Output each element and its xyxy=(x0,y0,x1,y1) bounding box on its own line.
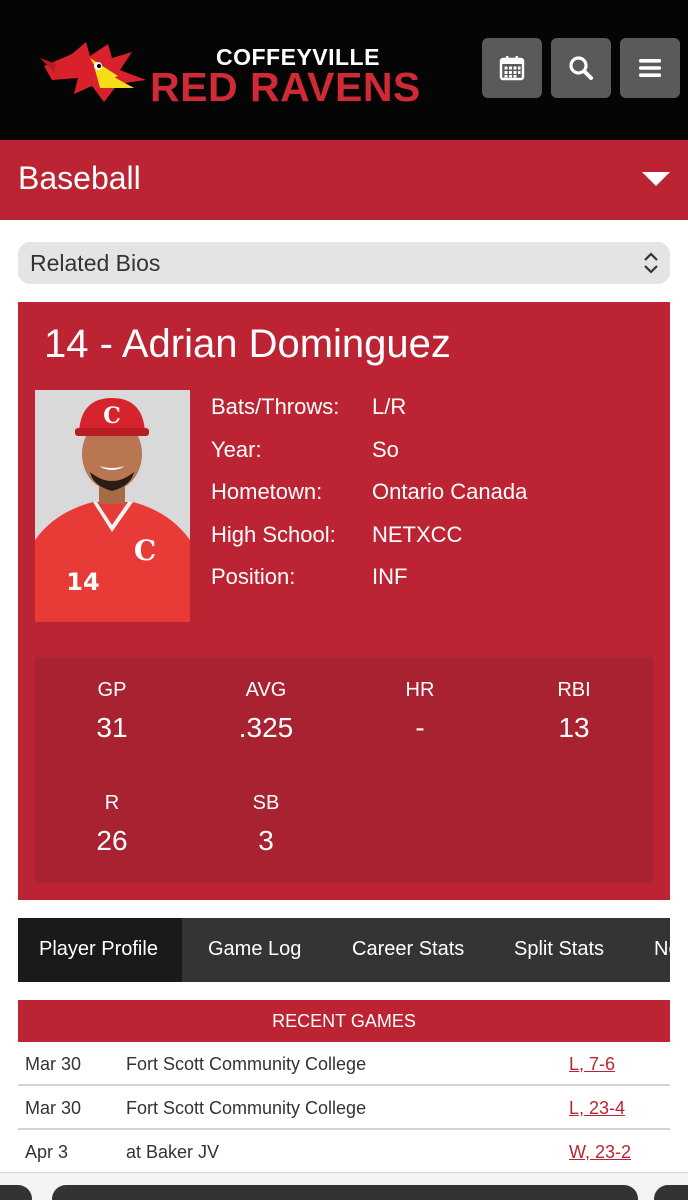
menu-icon xyxy=(639,59,661,77)
svg-text:C: C xyxy=(103,403,121,429)
svg-text:C: C xyxy=(134,534,156,567)
fact-value: NETXCC xyxy=(372,521,463,547)
fact-label: Position: xyxy=(211,564,296,589)
tab-split-stats[interactable]: Split Stats xyxy=(514,918,604,982)
stat-label: R xyxy=(104,792,120,814)
table-row: Mar 30 Fort Scott Community College L, 7… xyxy=(18,1043,670,1086)
search-icon xyxy=(569,56,593,80)
tab-news[interactable]: News xyxy=(654,918,670,982)
fact-value: INF xyxy=(372,564,408,589)
stat-label: SB xyxy=(252,792,280,814)
stat-value: - xyxy=(415,712,425,743)
stat-label: AVG xyxy=(245,679,287,701)
tab-career-stats[interactable]: Career Stats xyxy=(352,918,464,982)
game-date: Mar 30 xyxy=(25,1098,82,1118)
menu-button[interactable] xyxy=(620,38,680,98)
tab-player-profile[interactable]: Player Profile xyxy=(18,918,182,982)
stat-r: R 26 xyxy=(35,792,189,857)
stat-sb: SB 3 xyxy=(189,792,343,857)
fact-label: Bats/Throws: xyxy=(211,394,340,419)
svg-text:14: 14 xyxy=(66,568,99,596)
related-bios-select[interactable]: Related Bios xyxy=(18,242,670,284)
stat-label: GP xyxy=(97,679,127,701)
stat-value: 13 xyxy=(558,712,590,743)
red-raven-logo-icon[interactable] xyxy=(34,36,152,108)
stat-value: .325 xyxy=(238,712,294,743)
season-stats: GP 31 AVG .325 HR - RBI 13 R 26 SB 3 xyxy=(35,657,653,883)
game-opponent: at Baker JV xyxy=(126,1142,220,1162)
player-bio-card: 14 - Adrian Dominguez C C 14 Bats/Throws… xyxy=(18,302,670,900)
stat-avg: AVG .325 xyxy=(189,679,343,744)
stat-label: RBI xyxy=(557,679,591,701)
stat-rbi: RBI 13 xyxy=(497,679,651,744)
game-result-link[interactable]: L, 7-6 xyxy=(569,1054,615,1075)
game-result-link[interactable]: W, 23-2 xyxy=(569,1142,631,1163)
player-name-heading: 14 - Adrian Dominguez xyxy=(44,322,451,366)
calendar-icon xyxy=(499,56,525,81)
game-date: Mar 30 xyxy=(25,1054,82,1074)
fact-label: Hometown: xyxy=(211,479,323,504)
related-bios-label: Related Bios xyxy=(30,250,161,276)
stat-gp: GP 31 xyxy=(35,679,189,744)
select-arrows-icon xyxy=(644,252,658,274)
recent-games-header: RECENT GAMES xyxy=(18,1000,670,1042)
stat-value: 3 xyxy=(258,825,274,856)
caret-down-icon[interactable] xyxy=(642,172,670,186)
game-opponent: Fort Scott Community College xyxy=(126,1054,367,1074)
tab-game-log[interactable]: Game Log xyxy=(208,918,301,982)
sport-selector[interactable]: Baseball xyxy=(0,140,688,220)
fact-value: L/R xyxy=(372,394,407,419)
fact-label: Year: xyxy=(211,436,262,462)
fact-label: High School: xyxy=(211,521,336,547)
game-result-link[interactable]: L, 23-4 xyxy=(569,1098,625,1119)
calendar-button[interactable] xyxy=(482,38,542,98)
search-button[interactable] xyxy=(551,38,611,98)
stat-label: HR xyxy=(405,679,435,701)
player-photo: C C 14 xyxy=(35,390,190,622)
toolbar-pill-right[interactable] xyxy=(654,1185,688,1200)
stat-value: 26 xyxy=(96,825,128,856)
game-date: Apr 3 xyxy=(25,1142,69,1162)
profile-tabs: Player Profile Game Log Career Stats Spl… xyxy=(18,918,670,982)
table-row: Mar 30 Fort Scott Community College L, 2… xyxy=(18,1087,670,1130)
stat-value: 31 xyxy=(96,712,128,743)
site-header: COFFEYVILLE RED RAVENS xyxy=(0,0,688,140)
sport-label: Baseball xyxy=(18,160,141,196)
toolbar-address-pill[interactable] xyxy=(52,1185,638,1200)
table-row: Apr 3 at Baker JV W, 23-2 xyxy=(18,1131,670,1174)
stat-hr: HR - xyxy=(343,679,497,744)
brand-bottom-text: RED RAVENS xyxy=(150,64,421,110)
fact-value: So xyxy=(372,436,399,462)
fact-value: Ontario Canada xyxy=(372,479,528,504)
game-opponent: Fort Scott Community College xyxy=(126,1098,367,1118)
